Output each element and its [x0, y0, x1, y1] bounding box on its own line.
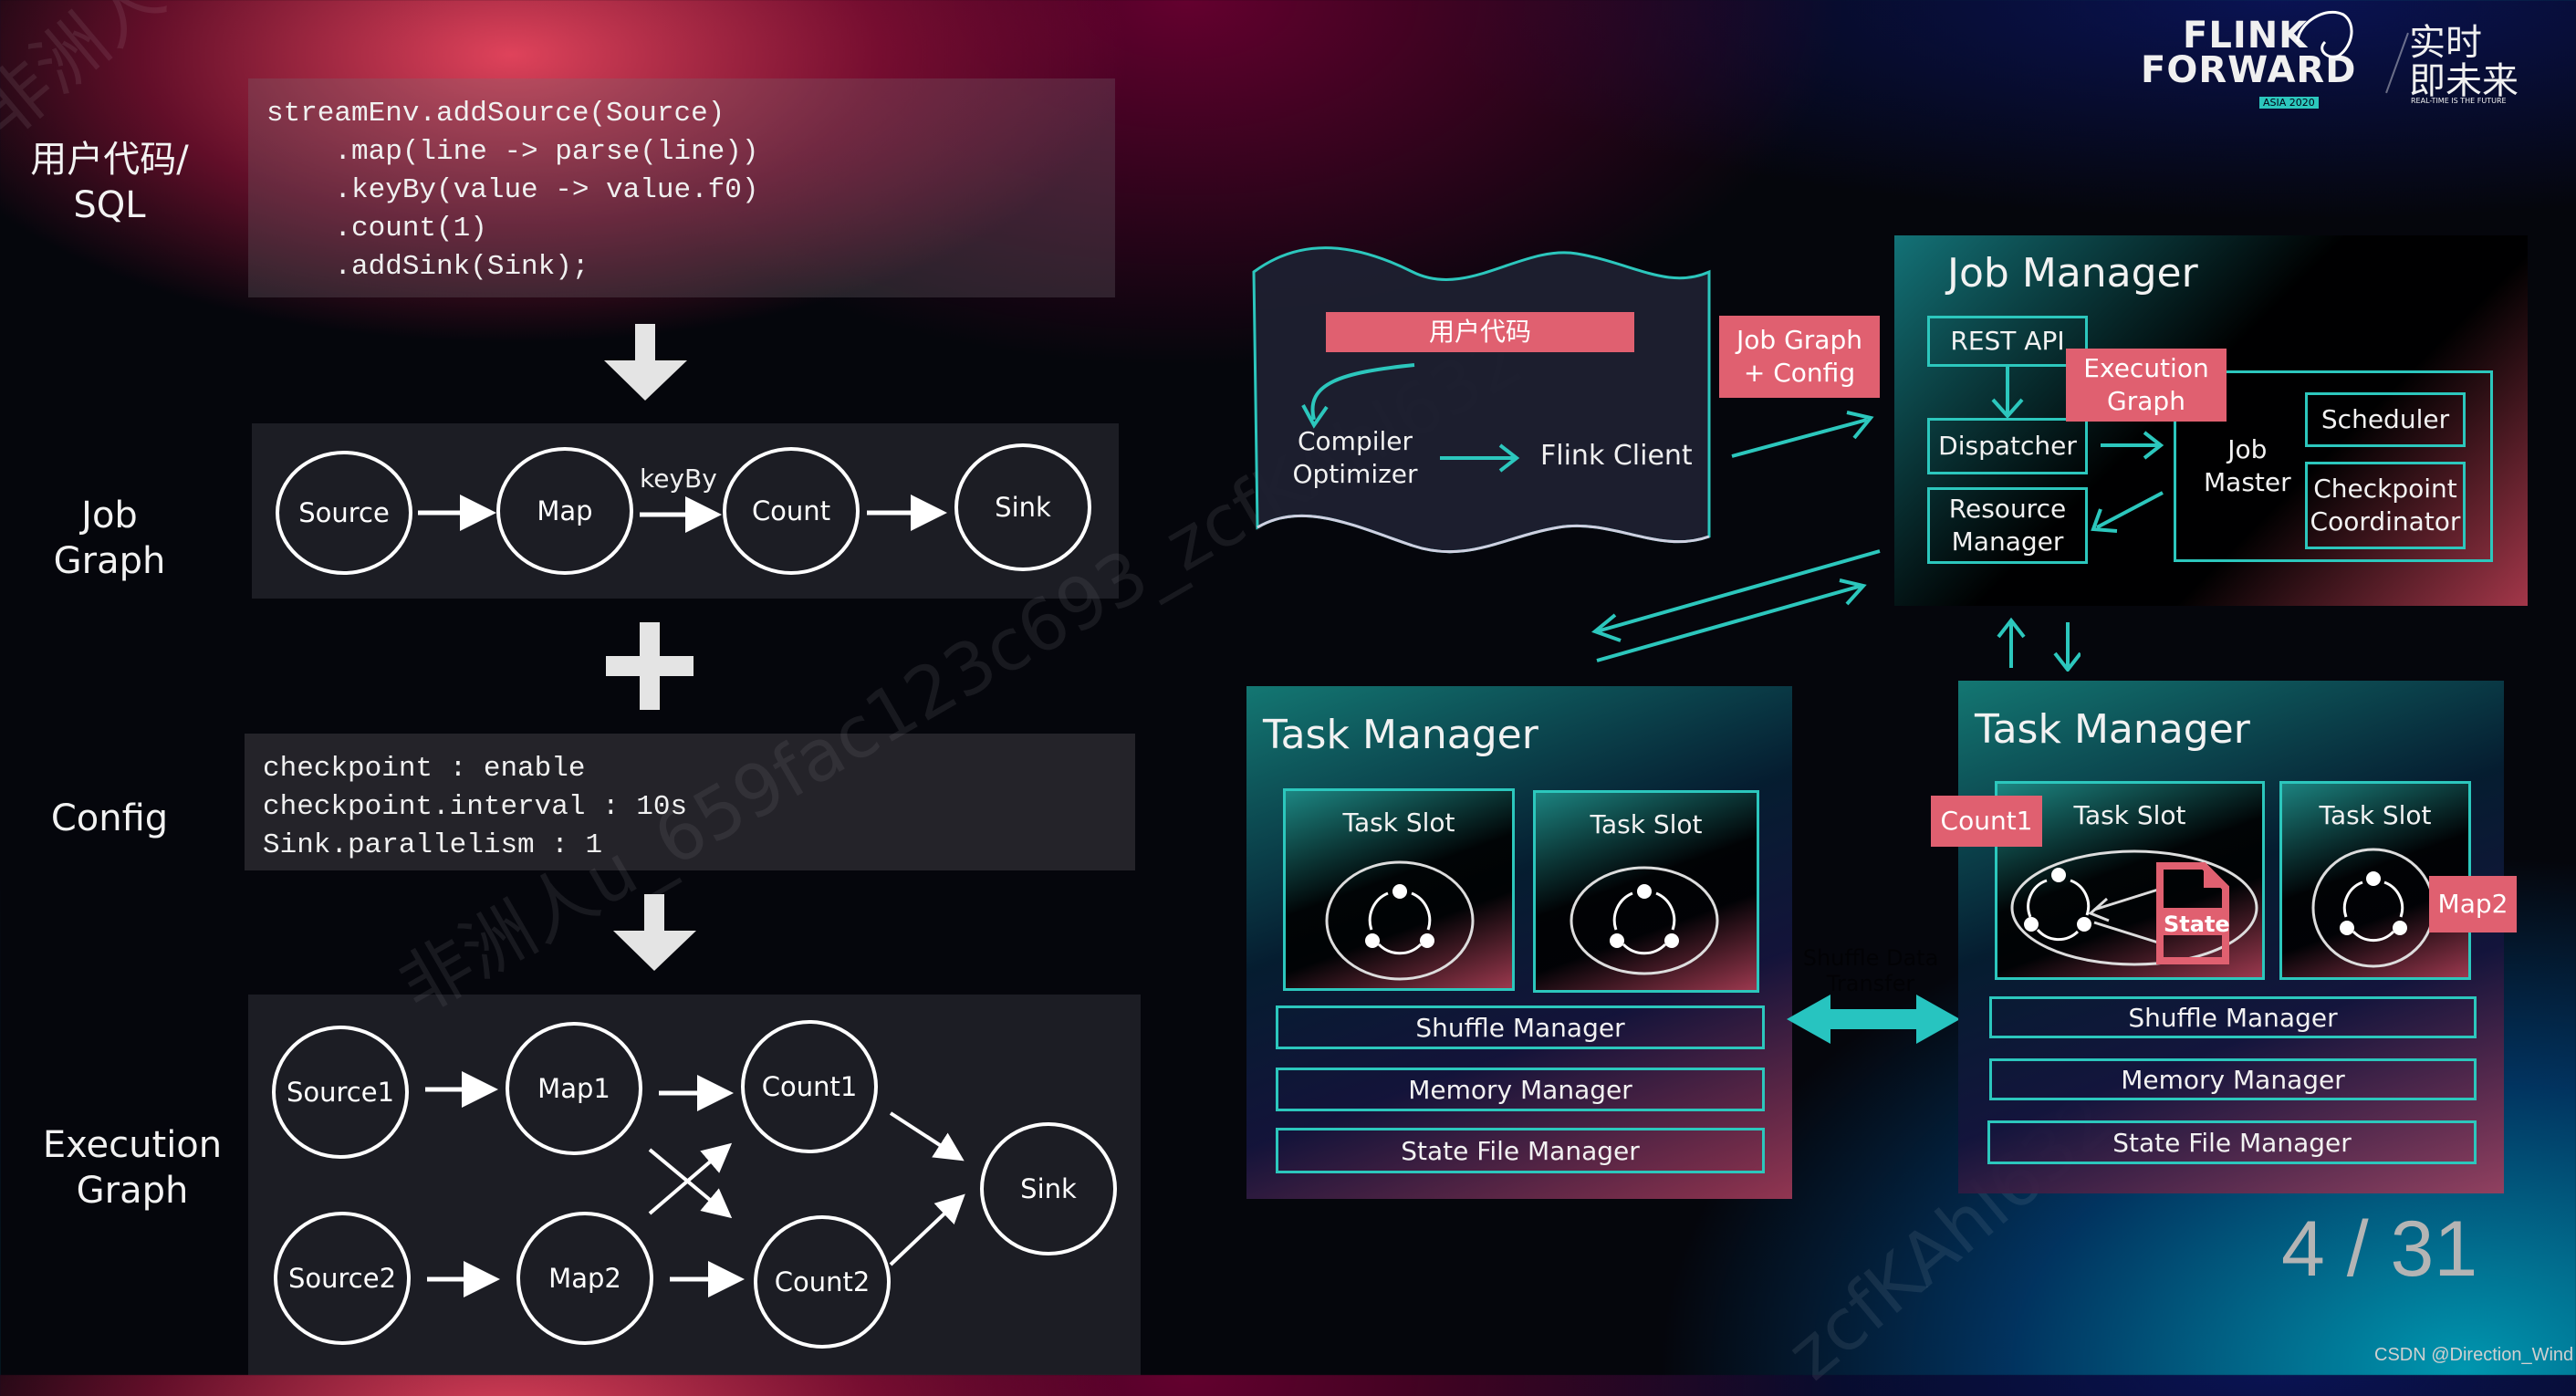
count1-tag: Count1 — [1931, 796, 2042, 847]
rest-api: REST API — [1927, 316, 2088, 367]
exec-node-count2: Count2 — [754, 1215, 891, 1349]
edge-arrow — [889, 1193, 965, 1266]
execution-graph-panel: Source1 Map1 Count1 Source2 Map2 Count2 … — [248, 995, 1141, 1375]
exec-node-map1: Map1 — [506, 1022, 642, 1155]
dispatcher: Dispatcher — [1927, 418, 2088, 474]
memory-manager: Memory Manager — [1989, 1058, 2477, 1100]
flink-forward-logo: FLINK FORWARD ASIA 2020 实时 即未来 REAL-TIME… — [2135, 10, 2564, 113]
execution-graph-label: Execution Graph — [42, 1124, 223, 1212]
job-node-sink: Sink — [954, 443, 1091, 571]
shuffle-manager: Shuffle Manager — [1276, 1005, 1765, 1049]
operator-icon — [1570, 866, 1719, 975]
memory-manager: Memory Manager — [1276, 1068, 1765, 1111]
edge-arrow — [889, 1111, 965, 1162]
shuffle-data-transfer-label: Shuffle Data Transfer — [1802, 945, 1939, 996]
operator-with-state-icon — [2010, 849, 2258, 966]
task-slot: Task Slot — [1283, 788, 1515, 991]
shuffle-manager: Shuffle Manager — [1989, 996, 2477, 1038]
edge-arrow — [648, 1148, 733, 1219]
execution-graph-tag: Execution Graph — [2066, 349, 2227, 422]
exec-node-map2: Map2 — [516, 1212, 653, 1345]
config-label: Config — [50, 797, 169, 839]
down-arrow-icon — [602, 324, 689, 401]
operator-icon — [2311, 848, 2435, 968]
squirrel-icon — [2296, 10, 2353, 58]
keyby-edge-label: keyBy — [640, 464, 717, 494]
task-slot-title: Task Slot — [2319, 800, 2432, 830]
user-code-label: 用户代码/ SQL — [30, 139, 189, 226]
state-file-manager: State File Manager — [1987, 1120, 2477, 1164]
jm-tm-arrows — [1997, 617, 2081, 672]
map2-tag: Map2 — [2429, 876, 2517, 932]
task-manager-title: Task Manager — [1263, 712, 1538, 758]
scheduler: Scheduler — [2305, 392, 2466, 447]
watermark: 非洲人 — [0, 0, 180, 154]
job-node-map: Map — [496, 447, 633, 575]
credit-text: CSDN @Direction_Wind — [2374, 1345, 2574, 1365]
job-graph-config-tag: Job Graph + Config — [1719, 316, 1880, 398]
exec-node-source1: Source1 — [272, 1026, 409, 1159]
edge-arrow — [648, 1142, 733, 1215]
task-manager-right: Task Manager Task Slot State Task Slot C… — [1931, 681, 2517, 1193]
task-manager-title: Task Manager — [1975, 706, 2250, 753]
page-number: 4 / 31 — [2281, 1205, 2478, 1293]
logo-edition: ASIA 2020 — [2259, 97, 2319, 109]
operator-icon — [1325, 860, 1475, 981]
job-manager: Job Manager REST API Dispatcher Resource… — [1894, 235, 2528, 606]
task-manager-left: Task Manager Task Slot Task Slot Shuffle… — [1246, 686, 1792, 1199]
logo-divider — [2385, 32, 2409, 94]
config-block: checkpoint : enable checkpoint.interval … — [245, 734, 1135, 870]
shuffle-transfer-arrow-icon — [1787, 995, 1960, 1044]
job-node-source: Source — [276, 451, 412, 575]
exec-node-count1: Count1 — [741, 1020, 878, 1153]
plus-icon — [606, 622, 694, 710]
user-code-block: streamEnv.addSource(Source) .map(line ->… — [248, 78, 1115, 297]
state-file-manager: State File Manager — [1276, 1128, 1765, 1173]
job-master-label: Job Master — [2204, 434, 2291, 497]
exec-node-source2: Source2 — [274, 1212, 411, 1345]
job-node-count: Count — [723, 447, 860, 575]
down-arrow-icon — [611, 894, 698, 972]
task-slot: Task Slot — [1533, 790, 1759, 993]
job-graph-panel: Source Map Count Sink keyBy — [252, 423, 1119, 599]
resource-manager: Resource Manager — [1927, 487, 2088, 564]
task-slot-title: Task Slot — [1342, 807, 1455, 838]
exec-node-sink: Sink — [980, 1122, 1117, 1255]
job-manager-title: Job Manager — [1947, 250, 2198, 297]
checkpoint-coordinator: Checkpoint Coordinator — [2305, 462, 2466, 549]
state-label: State — [2164, 912, 2230, 937]
task-slot-title: Task Slot — [1590, 809, 1703, 839]
logo-slogan-en: REAL-TIME IS THE FUTURE — [2411, 97, 2507, 105]
job-graph-label: Job Graph — [53, 495, 166, 582]
